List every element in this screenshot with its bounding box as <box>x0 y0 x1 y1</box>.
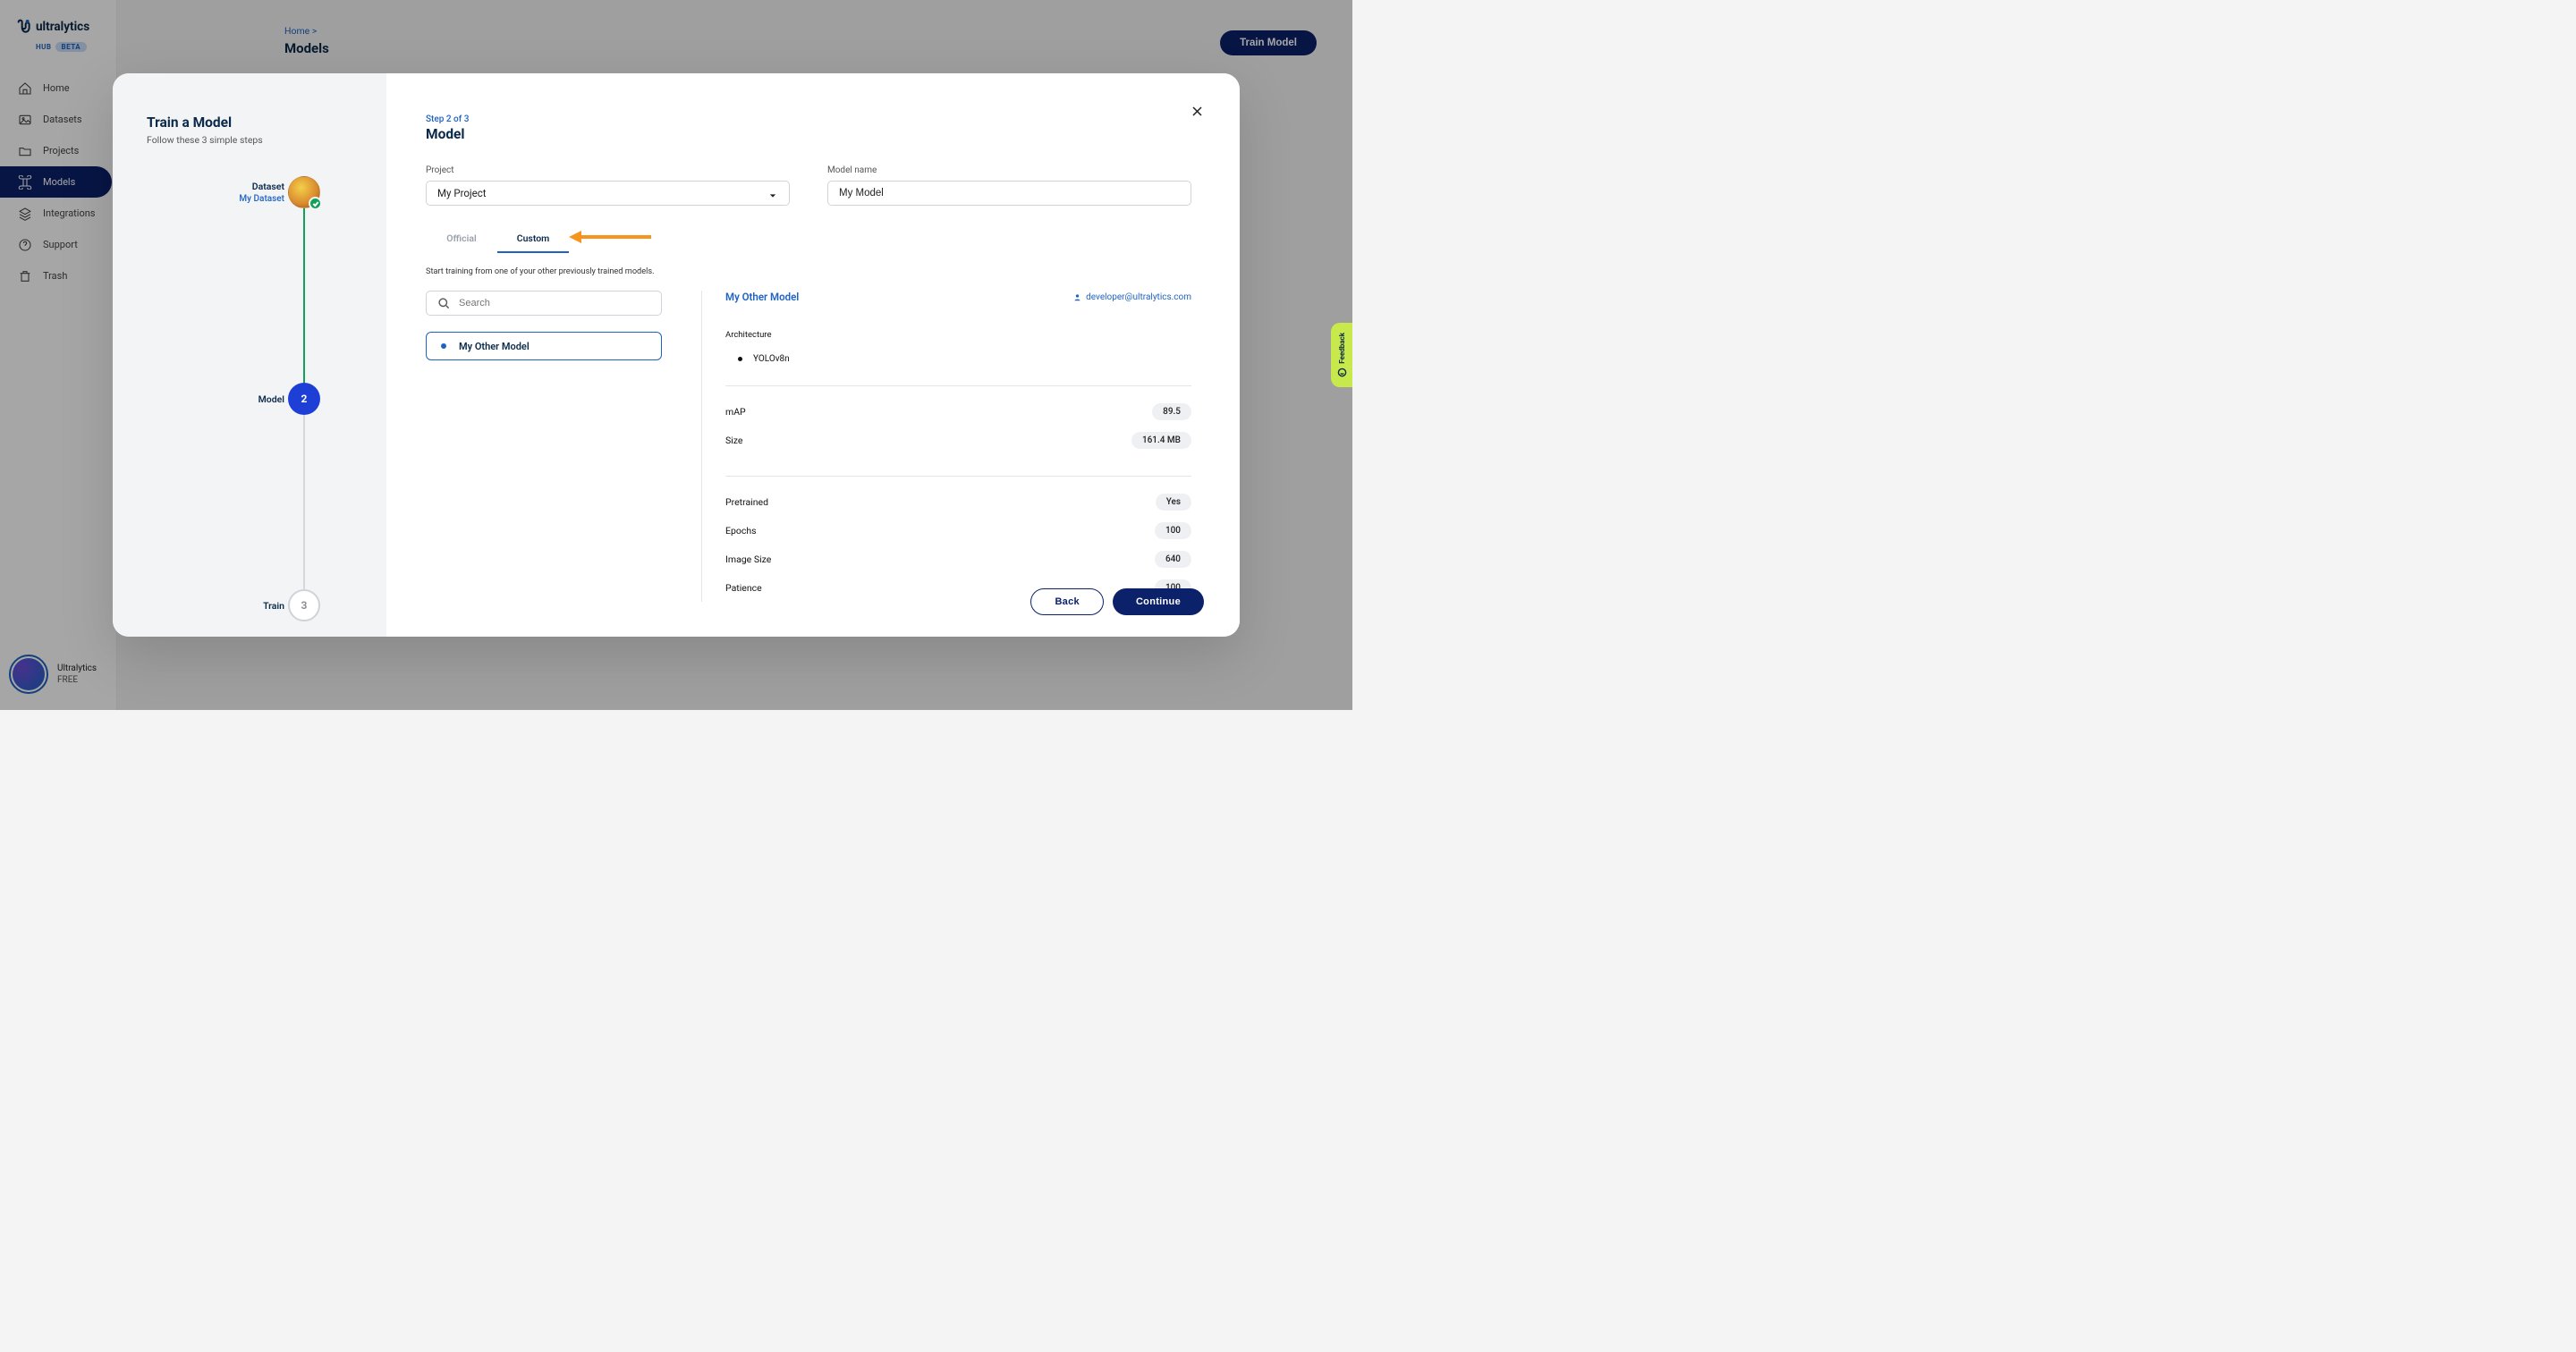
model-list-column: My Other Model <box>426 291 662 602</box>
feedback-label: Feedback <box>1338 333 1346 364</box>
search-input[interactable] <box>459 298 650 308</box>
step-dataset[interactable]: Dataset My Dataset <box>236 176 352 208</box>
check-icon <box>309 197 322 210</box>
stat-label: Pretrained <box>725 496 768 508</box>
callout-arrow <box>569 231 651 243</box>
project-select[interactable]: My Project <box>426 181 790 206</box>
modelname-label: Model name <box>827 165 1191 175</box>
stat-value: 640 <box>1155 551 1191 568</box>
step-indicator: Step 2 of 3 <box>426 114 1191 124</box>
stat-map: mAP 89.5 <box>725 397 1191 426</box>
model-item-label: My Other Model <box>459 341 530 352</box>
divider <box>725 385 1191 386</box>
stat-label: Patience <box>725 582 762 594</box>
smile-icon <box>1337 368 1347 377</box>
stat-pretrained: Pretrained Yes <box>725 487 1191 516</box>
stat-value: 89.5 <box>1152 403 1191 420</box>
project-field-group: Project My Project <box>426 165 790 206</box>
stepper: Dataset My Dataset Model 2 Train 3 <box>236 176 352 621</box>
train-model-modal: Train a Model Follow these 3 simple step… <box>113 73 1240 637</box>
stat-label: Epochs <box>725 525 757 537</box>
stat-value: 161.4 MB <box>1131 432 1191 449</box>
close-icon <box>1191 105 1204 118</box>
stat-epochs: Epochs 100 <box>725 516 1191 545</box>
step-label: Train <box>236 600 284 612</box>
modal-subtitle: Follow these 3 simple steps <box>147 134 352 146</box>
tab-official[interactable]: Official <box>426 225 497 253</box>
modelname-field-group: Model name <box>827 165 1191 206</box>
detail-owner: developer@ultralytics.com <box>1073 292 1191 302</box>
bullet-icon <box>738 357 742 361</box>
back-button[interactable]: Back <box>1030 588 1104 615</box>
project-label: Project <box>426 165 790 175</box>
modal-footer: Back Continue <box>1030 588 1204 615</box>
model-detail-column: My Other Model developer@ultralytics.com… <box>701 291 1191 602</box>
section-title: Model <box>426 126 1191 142</box>
project-value: My Project <box>437 187 487 199</box>
model-list: My Other Model <box>426 332 662 360</box>
stat-label: Size <box>725 435 742 446</box>
stat-value: Yes <box>1156 494 1191 511</box>
modelname-input[interactable] <box>827 181 1191 206</box>
stat-label: Image Size <box>725 553 771 565</box>
chevron-down-icon <box>769 190 776 197</box>
detail-model-title: My Other Model <box>725 291 799 303</box>
stat-value: 100 <box>1155 522 1191 539</box>
modal-content: Step 2 of 3 Model Project My Project Mod… <box>386 73 1240 637</box>
model-selection-area: My Other Model My Other Model developer@… <box>426 291 1191 602</box>
tab-custom[interactable]: Custom <box>497 225 569 253</box>
detail-header: My Other Model developer@ultralytics.com <box>725 291 1191 303</box>
helper-text: Start training from one of your other pr… <box>426 266 1191 276</box>
feedback-tab[interactable]: Feedback <box>1331 323 1352 387</box>
model-list-item[interactable]: My Other Model <box>426 332 662 360</box>
step-number-active: 2 <box>288 383 320 415</box>
user-icon <box>1073 293 1081 301</box>
owner-email: developer@ultralytics.com <box>1086 292 1191 302</box>
continue-button[interactable]: Continue <box>1113 588 1204 615</box>
step-train[interactable]: Train 3 <box>236 589 352 621</box>
stat-label: mAP <box>725 406 746 418</box>
stat-image-size: Image Size 640 <box>725 545 1191 573</box>
model-source-tabs: Official Custom <box>426 225 1191 254</box>
architecture-value: YOLOv8n <box>753 354 790 364</box>
dataset-thumbnail <box>288 176 320 208</box>
step-model[interactable]: Model 2 <box>236 383 352 415</box>
architecture-value-row: YOLOv8n <box>738 354 1191 364</box>
divider <box>725 476 1191 477</box>
search-input-wrap[interactable] <box>426 291 662 316</box>
step-number-pending: 3 <box>288 589 320 621</box>
stat-size: Size 161.4 MB <box>725 426 1191 454</box>
modal-title: Train a Model <box>147 114 352 131</box>
step-label: Dataset <box>236 181 284 192</box>
step-label: Model <box>236 393 284 405</box>
step-dataset-name: My Dataset <box>239 194 284 204</box>
search-icon <box>437 297 450 309</box>
bullet-icon <box>441 343 446 349</box>
modal-stepper-panel: Train a Model Follow these 3 simple step… <box>113 73 386 637</box>
close-button[interactable] <box>1186 100 1208 122</box>
form-row: Project My Project Model name <box>426 165 1191 206</box>
architecture-label: Architecture <box>725 330 1191 340</box>
